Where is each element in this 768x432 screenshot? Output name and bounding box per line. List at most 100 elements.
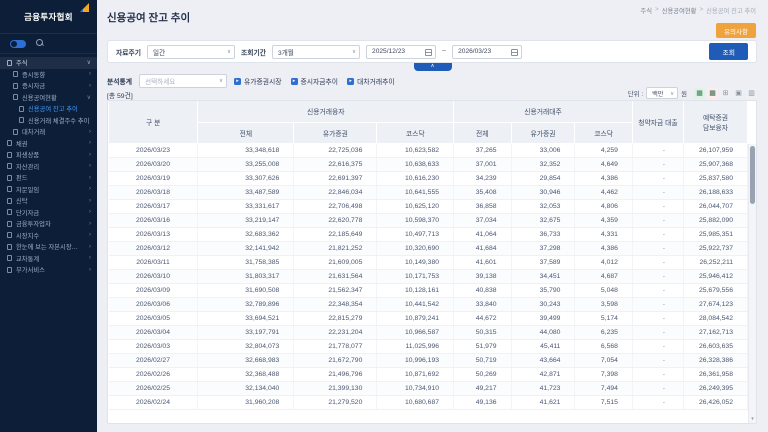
quick-link[interactable]: ▸유가증권시장 bbox=[234, 76, 282, 86]
sidebar-item[interactable]: 시장지수› bbox=[0, 230, 97, 242]
sidebar-item[interactable]: 자산관리› bbox=[0, 161, 97, 173]
analysis-select[interactable]: 선택하세요 bbox=[139, 74, 227, 88]
scrollbar-thumb[interactable] bbox=[750, 146, 755, 204]
row-value-cell: 44,080 bbox=[511, 325, 575, 339]
row-value-cell: - bbox=[632, 157, 683, 171]
row-value-cell: 45,411 bbox=[511, 339, 575, 353]
sidebar-item[interactable]: 신용거래 체결주수 추이 bbox=[0, 115, 97, 127]
table-row: 2026/03/0533,694,52122,815,27910,879,241… bbox=[109, 311, 748, 325]
row-value-cell: 4,649 bbox=[575, 157, 633, 171]
unit-row: 단위 : 백만 원 ▦▦⊞▣▥ bbox=[628, 87, 757, 99]
chevron-right-icon: › bbox=[89, 152, 91, 158]
sidebar-item[interactable]: 파생상품› bbox=[0, 149, 97, 161]
collapse-panel-button[interactable]: ∧ bbox=[414, 63, 452, 71]
column-view-icon[interactable]: ▥ bbox=[746, 88, 757, 99]
filter-panel: 자료주기 일간 조회기간 3개월 2025/12/23 ~ 2026/03/23… bbox=[107, 40, 757, 63]
table-row: 2026/03/2333,348,61822,725,03610,623,582… bbox=[109, 143, 748, 157]
row-value-cell: 22,706,498 bbox=[294, 199, 377, 213]
quick-link[interactable]: ▸증시자금추이 bbox=[291, 76, 339, 86]
row-value-cell: 21,279,520 bbox=[294, 395, 377, 409]
col-group-stock-loan: 신용거래대주 bbox=[454, 101, 633, 122]
grid-view-icon[interactable]: ⊞ bbox=[720, 88, 731, 99]
row-value-cell: 7,054 bbox=[575, 353, 633, 367]
range-select[interactable]: 3개월 bbox=[272, 45, 360, 59]
table-row: 2026/03/0433,197,79122,231,20410,966,587… bbox=[109, 325, 748, 339]
sidebar-item[interactable]: 증시자금› bbox=[0, 80, 97, 92]
sidebar-item[interactable]: 대차거래› bbox=[0, 126, 97, 138]
sidebar-item[interactable]: 자문일임› bbox=[0, 184, 97, 196]
row-value-cell: 10,871,692 bbox=[377, 367, 454, 381]
logo-arrow-icon bbox=[80, 3, 89, 12]
row-value-cell: 11,025,996 bbox=[377, 339, 454, 353]
sidebar-item-label: 증시동향 bbox=[22, 70, 45, 79]
period-select[interactable]: 일간 bbox=[147, 45, 235, 59]
breadcrumb: 주식>신용공여현황>신용공여 잔고 추이 bbox=[640, 6, 756, 15]
table-scrollbar[interactable]: ▾ bbox=[748, 144, 756, 423]
report-view-icon[interactable]: ▣ bbox=[733, 88, 744, 99]
calendar-icon[interactable] bbox=[511, 49, 518, 56]
search-icon[interactable] bbox=[36, 39, 45, 48]
analysis-label: 분석통계 bbox=[107, 76, 132, 86]
sidebar-item-label: 신용공여현황 bbox=[22, 93, 57, 102]
row-value-cell: - bbox=[632, 241, 683, 255]
row-value-cell: 43,664 bbox=[511, 353, 575, 367]
date-from-input[interactable]: 2025/12/23 bbox=[366, 45, 436, 59]
sidebar-item[interactable]: 주식∨ bbox=[0, 57, 97, 69]
row-value-cell: 25,907,368 bbox=[684, 157, 748, 171]
breadcrumb-item[interactable]: 신용공여 잔고 추이 bbox=[706, 6, 756, 15]
quick-link[interactable]: ▸대차거래추이 bbox=[347, 76, 395, 86]
row-value-cell: 4,386 bbox=[575, 171, 633, 185]
logo[interactable]: 금융투자협회 bbox=[0, 0, 97, 34]
unit-label: 단위 : bbox=[628, 89, 643, 98]
unit-select[interactable]: 백만 bbox=[646, 87, 678, 99]
table-row: 2026/03/1031,803,31721,631,56410,171,753… bbox=[109, 269, 748, 283]
excel-download-icon[interactable]: ▦ bbox=[694, 88, 705, 99]
date-to-input[interactable]: 2026/03/23 bbox=[452, 45, 522, 59]
row-value-cell: 26,249,395 bbox=[684, 381, 748, 395]
sidebar-item[interactable]: 단기자금› bbox=[0, 207, 97, 219]
excel-save-icon[interactable]: ▦ bbox=[707, 88, 718, 99]
sidebar-item[interactable]: 펀드› bbox=[0, 172, 97, 184]
document-icon bbox=[7, 267, 12, 273]
row-value-cell: 31,960,208 bbox=[198, 395, 294, 409]
sidebar-item[interactable]: 채권› bbox=[0, 138, 97, 150]
sidebar-item[interactable]: 신용공여 잔고 추이 bbox=[0, 103, 97, 115]
row-value-cell: 26,107,959 bbox=[684, 143, 748, 157]
row-date-cell: 2026/03/13 bbox=[109, 227, 198, 241]
row-value-cell: 5,174 bbox=[575, 311, 633, 325]
row-value-cell: 32,368,488 bbox=[198, 367, 294, 381]
row-value-cell: 10,149,380 bbox=[377, 255, 454, 269]
chevron-right-icon: › bbox=[89, 140, 91, 146]
document-icon bbox=[7, 152, 12, 158]
row-value-cell: 49,136 bbox=[454, 395, 512, 409]
sidebar-toggle[interactable] bbox=[10, 40, 26, 48]
row-date-cell: 2026/03/19 bbox=[109, 171, 198, 185]
row-value-cell: 41,684 bbox=[454, 241, 512, 255]
row-value-cell: 10,320,690 bbox=[377, 241, 454, 255]
row-value-cell: 7,398 bbox=[575, 367, 633, 381]
breadcrumb-item[interactable]: 주식 bbox=[640, 6, 652, 15]
document-icon bbox=[19, 106, 24, 112]
data-table: 구 분 신용거래융자 신용거래대주 청약자금 대출 예탁증권담보융자 전체 유가… bbox=[108, 101, 748, 423]
sidebar-item[interactable]: 신탁› bbox=[0, 195, 97, 207]
sidebar-item[interactable]: 금융투자업자› bbox=[0, 218, 97, 230]
scrollbar-down-arrow[interactable]: ▾ bbox=[749, 416, 756, 422]
sidebar-item[interactable]: 교차통계› bbox=[0, 253, 97, 265]
sidebar-item[interactable]: 증시동향› bbox=[0, 69, 97, 81]
row-value-cell: 33,197,791 bbox=[198, 325, 294, 339]
row-value-cell: 4,806 bbox=[575, 199, 633, 213]
calendar-icon[interactable] bbox=[425, 49, 432, 56]
sidebar-item[interactable]: 신용공여현황∨ bbox=[0, 92, 97, 104]
sidebar-item[interactable]: 부가서비스› bbox=[0, 264, 97, 276]
search-button[interactable]: 조회 bbox=[709, 43, 748, 60]
row-value-cell: 32,668,983 bbox=[198, 353, 294, 367]
sidebar-item[interactable]: 한눈에 보는 자본시장…› bbox=[0, 241, 97, 253]
table-header: 구 분 신용거래융자 신용거래대주 청약자금 대출 예탁증권담보융자 전체 유가… bbox=[109, 101, 748, 143]
notice-button[interactable]: 유의사항 bbox=[716, 23, 756, 38]
sidebar-item-label: 증시자금 bbox=[22, 81, 45, 90]
breadcrumb-item[interactable]: 신용공여현황 bbox=[662, 6, 697, 15]
row-value-cell: 6,235 bbox=[575, 325, 633, 339]
row-date-cell: 2026/03/06 bbox=[109, 297, 198, 311]
unit-suffix: 원 bbox=[681, 89, 687, 98]
row-value-cell: 28,084,542 bbox=[684, 311, 748, 325]
